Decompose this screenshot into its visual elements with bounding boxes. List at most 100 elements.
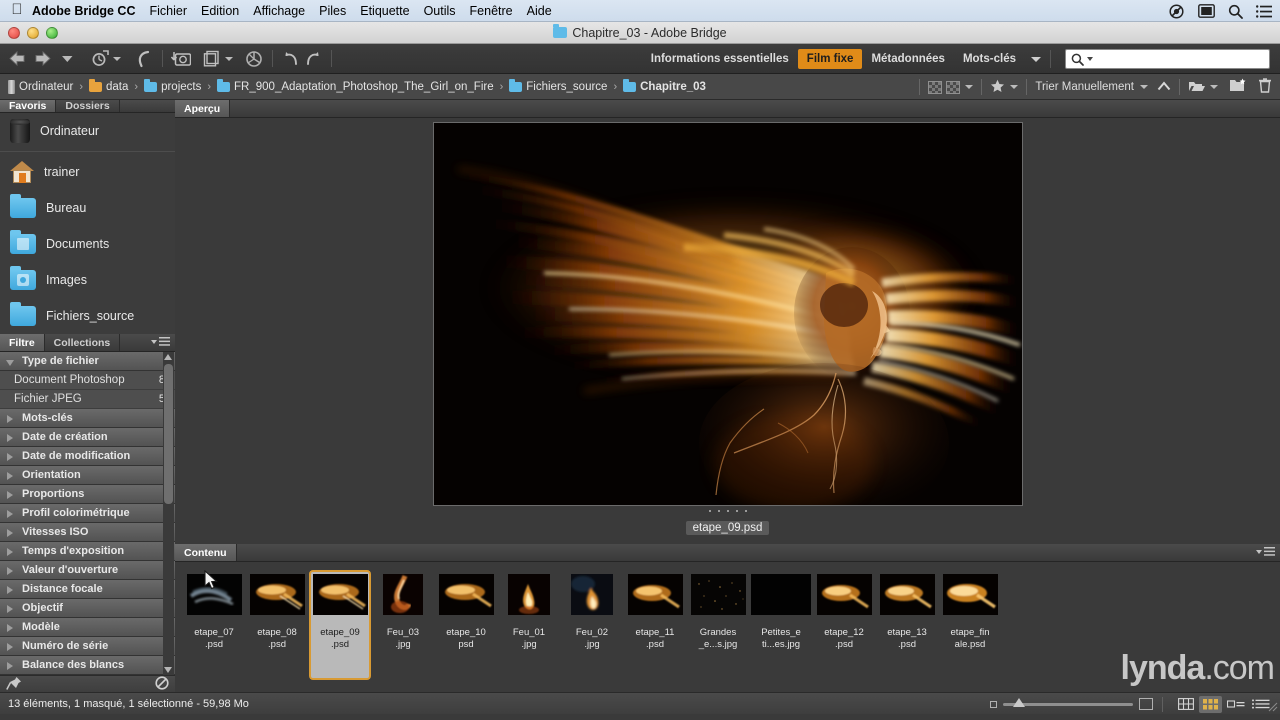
thumbnail-item[interactable]: Feu_01 .jpg — [498, 570, 560, 655]
forward-arrow-icon[interactable] — [31, 48, 53, 70]
menu-affichage[interactable]: Affichage — [253, 4, 305, 18]
menu-fenetre[interactable]: Fenêtre — [470, 4, 513, 18]
panel-menu-icon[interactable] — [1256, 547, 1275, 556]
thumbnail-item[interactable]: Feu_03 .jpg — [372, 570, 434, 655]
search-box[interactable] — [1065, 49, 1270, 69]
thumbnail-item[interactable]: Feu_02 .jpg — [561, 570, 623, 655]
large-thumbnail-icon[interactable] — [1139, 698, 1153, 710]
chevron-down-icon[interactable] — [965, 85, 974, 89]
rotate-right-icon[interactable] — [302, 48, 324, 70]
scroll-down-icon[interactable] — [164, 667, 172, 673]
search-icon[interactable] — [1228, 4, 1243, 19]
trash-icon[interactable] — [1258, 78, 1272, 96]
sidebar-item-bureau[interactable]: Bureau — [0, 190, 175, 226]
thumbnail-item[interactable]: etape_10 psd — [435, 570, 497, 655]
checkerboard-alt-icon[interactable] — [946, 80, 961, 94]
filter-group-date-de-creation[interactable]: Date de création — [0, 428, 175, 447]
sidebar-item-fichiers-source[interactable]: Fichiers_source — [0, 298, 175, 334]
list-menu-icon[interactable] — [1256, 4, 1272, 18]
zoom-button[interactable] — [46, 26, 58, 39]
chevron-down-icon[interactable] — [1210, 85, 1218, 89]
filter-group-objectif[interactable]: Objectif — [0, 599, 175, 618]
filter-group-proportions[interactable]: Proportions — [0, 485, 175, 504]
thumbnail-item[interactable]: etape_11 .psd — [624, 570, 686, 655]
thumbnail-item-selected[interactable]: etape_09 .psd — [309, 570, 371, 680]
tab-collections[interactable]: Collections — [45, 334, 121, 351]
panel-menu-icon[interactable] — [151, 337, 170, 346]
thumbnail-item[interactable]: etape_08 .psd — [246, 570, 308, 655]
workspace-tab-filmstrip[interactable]: Film fixe — [797, 49, 863, 69]
chevron-down-icon[interactable] — [1031, 56, 1041, 62]
clipping-mask-icon[interactable] — [1168, 3, 1185, 19]
thumbnail-item[interactable]: etape_fin ale.psd — [939, 570, 1001, 655]
open-folder-icon[interactable] — [1188, 79, 1206, 96]
checkerboard-icon[interactable] — [928, 80, 943, 94]
filter-scrollbar[interactable] — [163, 352, 174, 675]
chevron-up-icon[interactable] — [1157, 80, 1171, 94]
filter-group-vitesses-iso[interactable]: Vitesses ISO — [0, 523, 175, 542]
photo-downloader-icon[interactable] — [170, 48, 192, 70]
filter-group-distance-focale[interactable]: Distance focale — [0, 580, 175, 599]
filter-group-profil-colorimetrique[interactable]: Profil colorimétrique — [0, 504, 175, 523]
filter-group-balance-des-blancs[interactable]: Balance des blancs — [0, 656, 175, 675]
thumbnail-item[interactable]: Petites_e ti...es.jpg — [750, 570, 812, 655]
chevron-down-icon[interactable] — [1010, 85, 1019, 89]
chevron-down-icon[interactable] — [56, 48, 78, 70]
menu-etiquette[interactable]: Etiquette — [360, 4, 409, 18]
tab-apercu[interactable]: Aperçu — [175, 100, 231, 117]
filter-group-mots-cles[interactable]: Mots-clés — [0, 409, 175, 428]
filter-group-modele[interactable]: Modèle — [0, 618, 175, 637]
sidebar-item-trainer[interactable]: trainer — [0, 154, 175, 190]
filter-group-valeur-d-ouverture[interactable]: Valeur d'ouverture — [0, 561, 175, 580]
apple-logo-icon[interactable]:  — [6, 2, 28, 19]
back-arrow-icon[interactable] — [6, 48, 28, 70]
thumbnail-size-slider[interactable] — [990, 697, 1153, 710]
workspace-tab-essentials[interactable]: Informations essentielles — [642, 49, 798, 69]
workspace-tab-metadata[interactable]: Métadonnées — [862, 49, 954, 69]
filter-group-type-de-fichier[interactable]: Type de fichier — [0, 352, 175, 371]
camera-raw-icon[interactable] — [243, 48, 265, 70]
details-view-icon[interactable] — [1224, 696, 1247, 713]
filter-group-numero-de-serie[interactable]: Numéro de série — [0, 637, 175, 656]
chevron-down-icon[interactable] — [1140, 85, 1148, 89]
breadcrumb-chapitre-03[interactable]: Chapitre_03 — [623, 78, 706, 93]
menu-fichier[interactable]: Fichier — [149, 4, 187, 18]
thumbnail-item[interactable]: etape_13 .psd — [876, 570, 938, 655]
close-button[interactable] — [8, 26, 20, 39]
filter-group-date-de-modification[interactable]: Date de modification — [0, 447, 175, 466]
tab-filtre[interactable]: Filtre — [0, 334, 45, 351]
star-icon[interactable] — [990, 79, 1005, 96]
small-thumbnail-icon[interactable] — [990, 700, 997, 708]
refine-icon[interactable] — [200, 48, 222, 70]
sidebar-item-ordinateur[interactable]: Ordinateur — [0, 113, 175, 149]
resize-grip-icon[interactable] — [1265, 699, 1278, 712]
workspace-tab-keywords[interactable]: Mots-clés — [954, 49, 1025, 69]
tab-favoris[interactable]: Favoris — [0, 100, 57, 112]
thumbnail-item[interactable]: etape_12 .psd — [813, 570, 875, 655]
filter-row-fichier-jpeg[interactable]: Fichier JPEG 5 — [0, 390, 175, 409]
breadcrumb-project-folder[interactable]: FR_900_Adaptation_Photoshop_The_Girl_on_… — [217, 78, 494, 93]
recent-dropdown-icon[interactable] — [113, 56, 121, 61]
rotate-counterclockwise-icon[interactable] — [133, 48, 155, 70]
scroll-up-icon[interactable] — [164, 354, 172, 360]
tab-dossiers[interactable]: Dossiers — [56, 100, 120, 112]
new-folder-icon[interactable] — [1229, 78, 1247, 96]
breadcrumb-fichiers-source[interactable]: Fichiers_source — [509, 78, 607, 93]
thumbnail-item[interactable]: Grandes _e...s.jpg — [687, 570, 749, 655]
filter-row-document-photoshop[interactable]: Document Photoshop 8 — [0, 371, 175, 390]
tab-contenu[interactable]: Contenu — [175, 544, 237, 561]
menu-piles[interactable]: Piles — [319, 4, 346, 18]
scrollbar-thumb[interactable] — [164, 364, 173, 504]
search-scope-dropdown-icon[interactable] — [1087, 57, 1093, 61]
sidebar-item-documents[interactable]: Documents — [0, 226, 175, 262]
filter-group-temps-d-exposition[interactable]: Temps d'exposition — [0, 542, 175, 561]
preview-image-frame[interactable] — [432, 122, 1023, 506]
filter-group-orientation[interactable]: Orientation — [0, 466, 175, 485]
breadcrumb-ordinateur[interactable]: Ordinateur — [8, 79, 73, 94]
thumbnail-view-icon[interactable] — [1199, 695, 1222, 713]
refine-dropdown-icon[interactable] — [225, 56, 233, 61]
sidebar-item-images[interactable]: Images — [0, 262, 175, 298]
revert-icon[interactable] — [88, 48, 110, 70]
menu-aide[interactable]: Aide — [527, 4, 552, 18]
breadcrumb-data[interactable]: data — [89, 78, 128, 93]
